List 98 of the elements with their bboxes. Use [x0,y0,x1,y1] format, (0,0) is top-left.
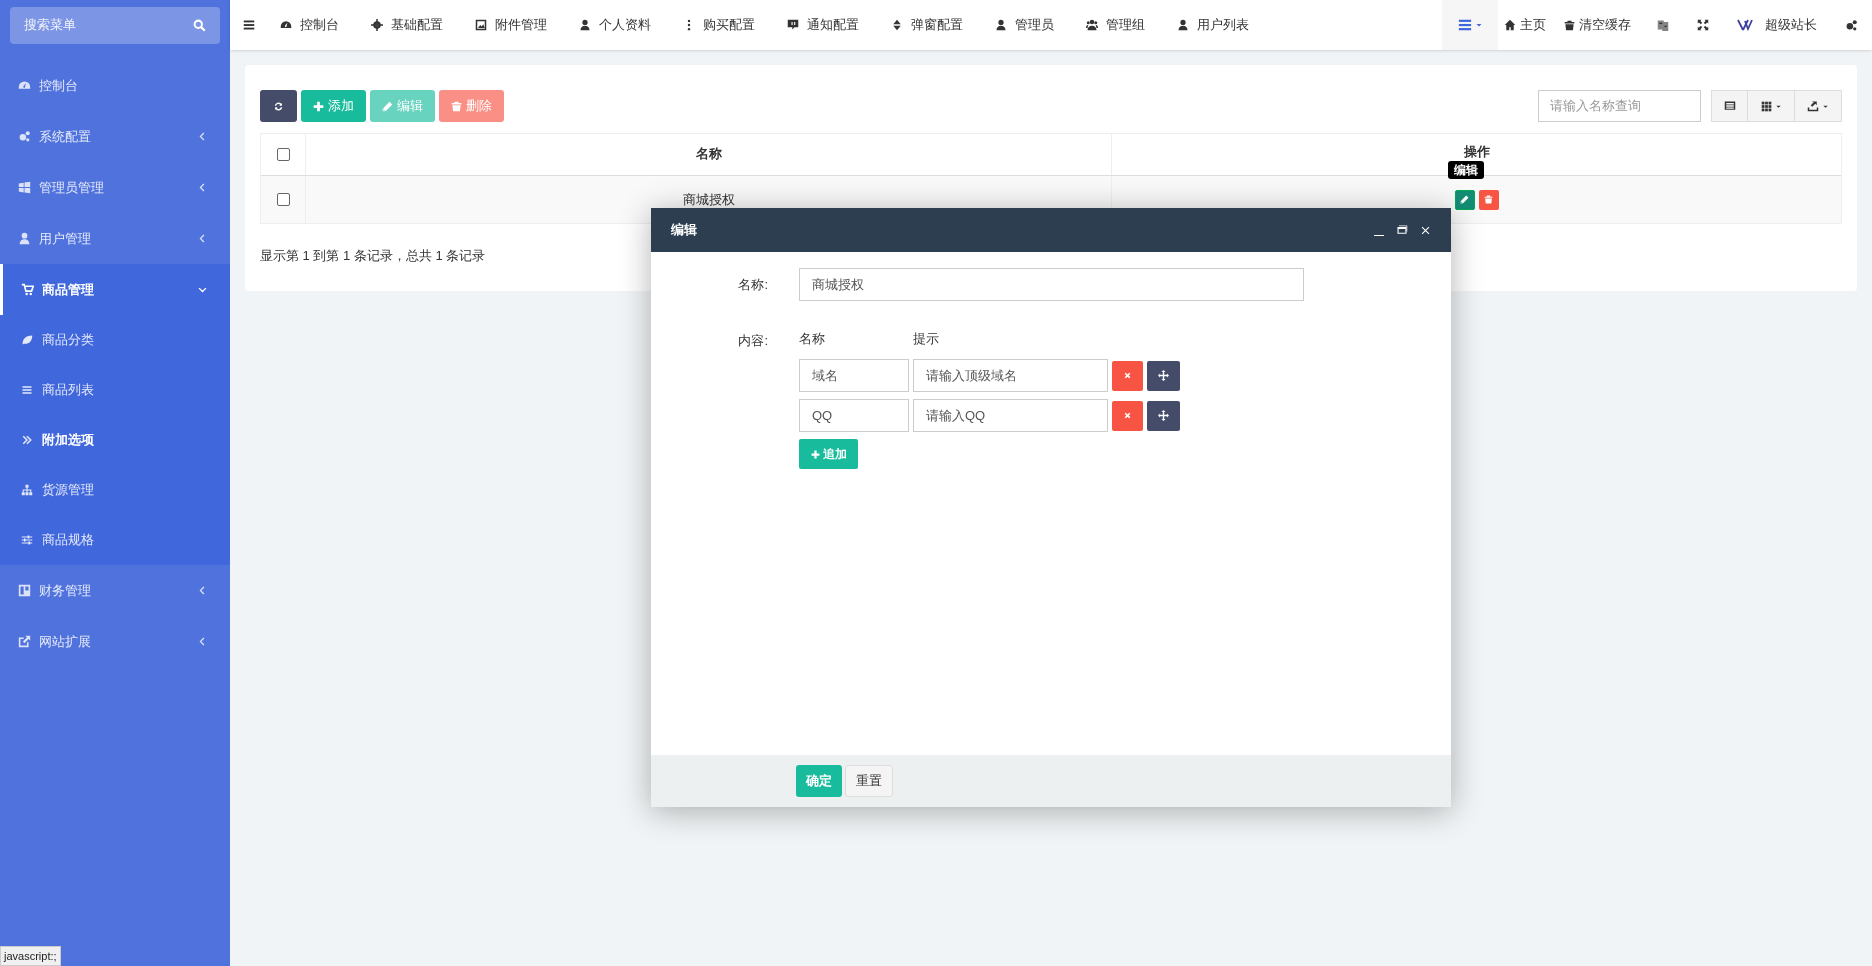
delete-button[interactable] [1478,189,1499,210]
home-link[interactable]: 主页 [1498,0,1552,50]
sidebar-item[interactable]: 管理员管理 [0,162,230,213]
nav-tab[interactable]: 管理员 [983,0,1066,50]
field-label: 名称: [738,276,768,292]
status-link-tooltip: javascript:; [0,945,61,966]
nav-tab[interactable]: 弹窗配置 [879,0,975,50]
columns-icon [18,584,31,597]
expand-icon [1697,19,1709,31]
dashboard-icon [280,19,292,31]
grid-icon [1760,100,1772,112]
name-input[interactable]: 商城授权 [799,268,1304,301]
double-chevron-icon [21,434,33,446]
column-header: 名称 [799,330,826,349]
sidebar-item[interactable]: 网站扩展 [0,616,230,667]
name-input[interactable]: QQ [799,399,909,432]
list-icon [21,384,33,396]
nav-dropdown[interactable] [1442,0,1498,50]
windows-icon [18,181,31,194]
refresh-button[interactable] [260,90,297,122]
cart-icon [21,283,34,296]
clear-cache-link[interactable]: 清空缓存 [1552,0,1643,50]
sidebar-item[interactable]: 用户管理 [0,213,230,264]
sliders-icon [21,534,33,546]
refresh-icon [273,100,284,112]
sidebar-subitem[interactable]: 货源管理 [0,465,230,515]
pencil-icon [1460,195,1469,204]
sidebar-subitem[interactable]: 商品规格 [0,515,230,565]
reset-button[interactable]: 重置 [845,765,893,797]
nav-tab[interactable]: 基础配置 [359,0,455,50]
sort-icon [891,19,903,31]
plus-icon [313,100,324,112]
close-icon [1420,224,1431,236]
maximize-icon [1396,224,1408,236]
maximize-button[interactable] [1396,224,1408,236]
nav-tab[interactable]: 个人资料 [567,0,663,50]
name-input[interactable]: 域名 [799,359,909,392]
column-header: 操作 [1463,143,1490,161]
move-icon [1158,410,1169,421]
sidebar-subitem[interactable]: 商品分类 [0,315,230,365]
close-button[interactable] [1420,224,1431,236]
sidebar-item[interactable]: 财务管理 [0,565,230,616]
trash-icon [1564,19,1575,31]
user-menu[interactable]: 超级站长 [1723,0,1831,50]
drag-button[interactable] [1147,360,1180,391]
caret-icon [1474,21,1483,29]
sidebar-item[interactable]: 系统配置 [0,111,230,162]
sidebar-subitem[interactable]: 商品列表 [0,365,230,415]
hint-input[interactable]: 请输入顶级域名 [913,359,1108,392]
user-icon [1177,19,1189,31]
minimize-icon [1374,234,1384,236]
users-icon [1086,19,1098,31]
dashboard-icon [18,79,31,92]
user-icon [995,19,1007,31]
sitemap-icon [21,484,33,496]
logo-icon [1737,18,1753,32]
nav-tab[interactable]: 管理组 [1074,0,1157,50]
drag-button[interactable] [1147,400,1180,431]
nav-tab[interactable]: 购买配置 [671,0,767,50]
move-icon [1158,370,1169,381]
trash-icon [451,100,462,112]
column-header: 提示 [913,330,939,349]
nav-tab[interactable]: 通知配置 [775,0,871,50]
export-icon [1807,100,1819,112]
search-icon [193,18,206,32]
close-icon [1123,371,1132,380]
hint-input[interactable]: 请输入QQ [913,399,1108,432]
plus-icon [810,449,820,459]
user-icon [579,19,591,31]
row-checkbox[interactable] [276,193,290,206]
nav-tab[interactable]: 控制台 [268,0,351,50]
leaf-icon [21,334,33,346]
column-header: 名称 [695,145,722,163]
sidebar-item[interactable]: 商品管理 [0,264,230,315]
pencil-icon [382,100,393,112]
nav-tab[interactable]: 附件管理 [463,0,559,50]
home-icon [1504,19,1516,31]
close-icon [1123,411,1132,420]
toggle-view-button[interactable] [1711,90,1748,122]
external-link-icon [18,635,31,648]
pagination-info: 显示第 1 到第 1 条记录，总共 1 条记录 [260,248,486,263]
menu-icon [243,19,255,31]
dialog-title: 编辑 [671,221,698,240]
edit-button[interactable] [1454,189,1475,210]
field-label: 内容: [738,333,768,348]
nav-tab[interactable]: 用户列表 [1165,0,1261,50]
columns-button[interactable] [1748,90,1795,122]
tooltip: 编辑 [1448,161,1484,179]
trash-icon [1484,195,1493,204]
menu-icon [1457,18,1472,32]
chat-icon [787,19,799,31]
table-cell-text: 商城授权 [682,190,735,209]
select-all-checkbox[interactable] [276,148,290,161]
sidebar-subitem[interactable]: 附加选项 [0,415,230,465]
image-icon [475,19,487,31]
user-icon [18,232,31,245]
table-icon [1723,100,1736,112]
sidebar-item[interactable]: 控制台 [0,60,230,111]
